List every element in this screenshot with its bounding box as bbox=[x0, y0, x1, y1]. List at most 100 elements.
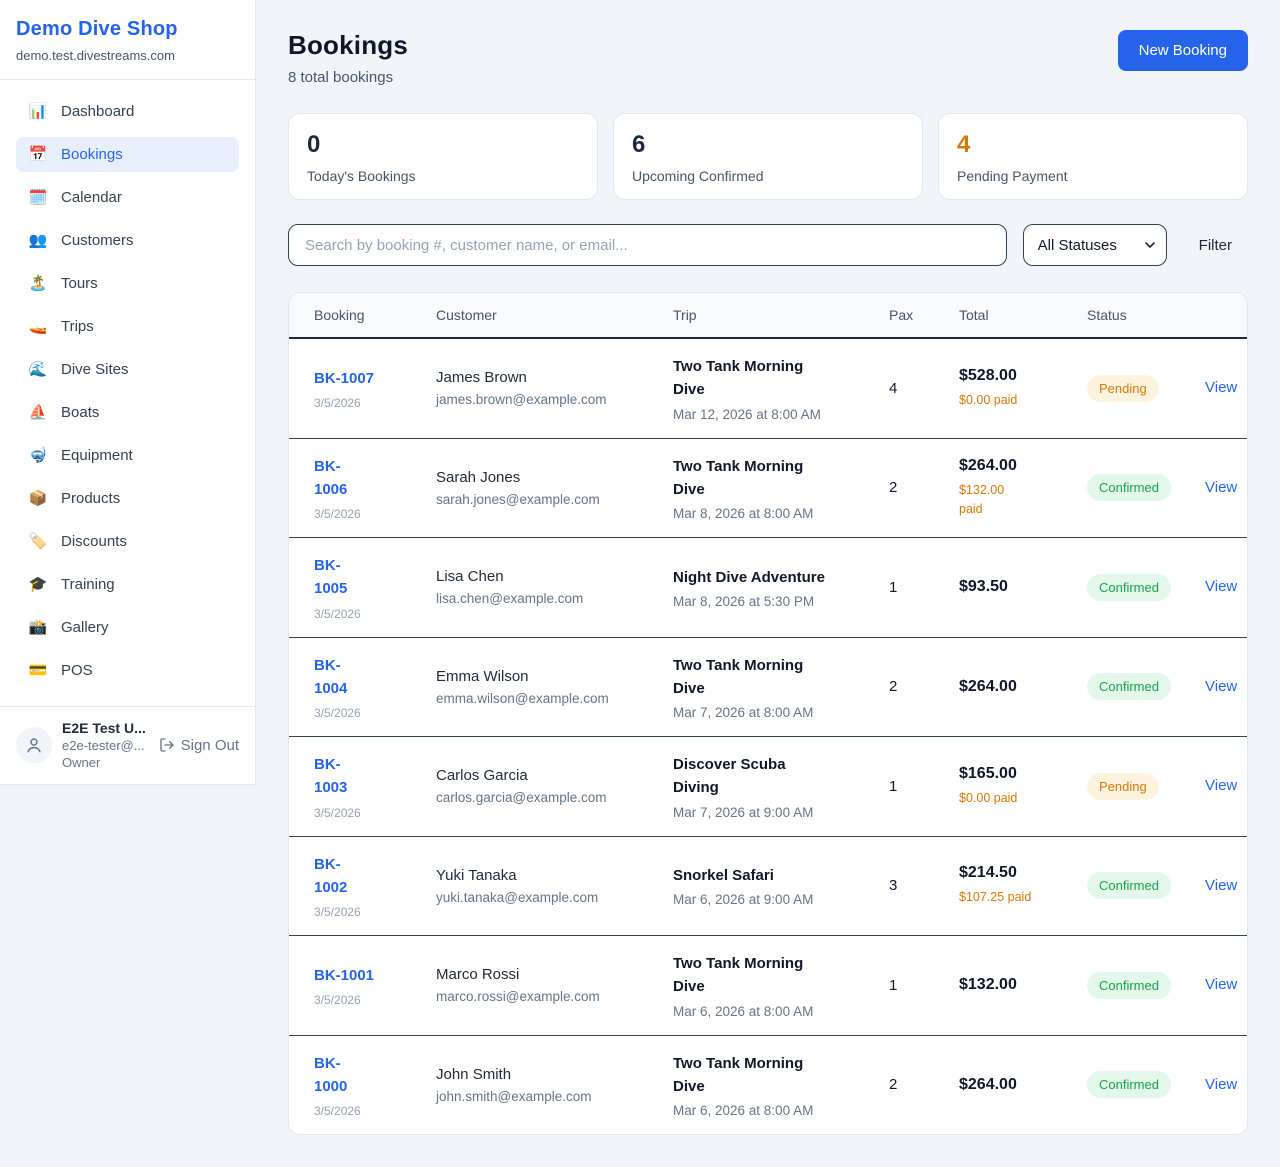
trip-cell: Two Tank Morning Dive Mar 6, 2026 at 8:0… bbox=[663, 1035, 879, 1134]
sidebar-item-label: Boats bbox=[61, 404, 99, 421]
customer-name: Sarah Jones bbox=[436, 469, 653, 486]
status-select[interactable]: All Statuses bbox=[1023, 224, 1167, 266]
sidebar-item-trips[interactable]: 🚤 Trips bbox=[16, 309, 239, 344]
booking-link[interactable]: BK-1001 bbox=[314, 964, 374, 987]
trip-name: Discover Scuba Diving bbox=[673, 753, 869, 800]
trip-cell: Two Tank Morning Dive Mar 6, 2026 at 8:0… bbox=[663, 936, 879, 1036]
new-booking-button[interactable]: New Booking bbox=[1118, 30, 1248, 71]
filter-button[interactable]: Filter bbox=[1183, 237, 1248, 254]
sidebar-item-calendar[interactable]: 🗓️ Calendar bbox=[16, 180, 239, 215]
customer-cell: Marco Rossi marco.rossi@example.com bbox=[426, 936, 663, 1036]
status-cell: Confirmed bbox=[1077, 637, 1195, 737]
stat-value: 0 bbox=[307, 131, 579, 159]
sidebar-item-products[interactable]: 📦 Products bbox=[16, 481, 239, 516]
customer-email: john.smith@example.com bbox=[436, 1089, 653, 1104]
booking-link[interactable]: BK- 1002 bbox=[314, 853, 347, 900]
customer-name: John Smith bbox=[436, 1066, 653, 1083]
stat-card-todays-bookings: 0 Today's Bookings bbox=[288, 113, 598, 200]
booking-created-date: 3/5/2026 bbox=[314, 993, 416, 1007]
view-link[interactable]: View bbox=[1205, 1076, 1237, 1093]
col-total: Total bbox=[949, 293, 1077, 338]
booking-link[interactable]: BK- 1005 bbox=[314, 554, 347, 601]
sidebar-item-dashboard[interactable]: 📊 Dashboard bbox=[16, 94, 239, 129]
customer-email: carlos.garcia@example.com bbox=[436, 790, 653, 805]
booking-created-date: 3/5/2026 bbox=[314, 905, 416, 919]
stat-value: 6 bbox=[632, 131, 904, 159]
page-title: Bookings bbox=[288, 30, 408, 61]
paid-amount: $0.00 paid bbox=[959, 789, 1067, 808]
pax-cell: 4 bbox=[879, 338, 949, 438]
total-amount: $264.00 bbox=[959, 457, 1067, 475]
paid-amount: $107.25 paid bbox=[959, 888, 1067, 907]
booking-created-date: 3/5/2026 bbox=[314, 607, 416, 621]
sidebar-item-label: Dive Sites bbox=[61, 361, 129, 378]
col-status: Status bbox=[1077, 293, 1195, 338]
view-link[interactable]: View bbox=[1205, 976, 1237, 993]
col-actions bbox=[1195, 293, 1248, 338]
total-amount: $264.00 bbox=[959, 678, 1067, 696]
search-input[interactable] bbox=[288, 224, 1007, 266]
sidebar: Demo Dive Shop demo.test.divestreams.com… bbox=[0, 0, 256, 785]
sidebar-item-customers[interactable]: 👥 Customers bbox=[16, 223, 239, 258]
user-name: E2E Test U... bbox=[62, 720, 149, 736]
sidebar-item-bookings[interactable]: 📅 Bookings bbox=[16, 137, 239, 172]
total-amount: $132.00 bbox=[959, 976, 1067, 994]
pax-cell: 1 bbox=[879, 737, 949, 837]
sidebar-item-pos[interactable]: 💳 POS bbox=[16, 653, 239, 688]
total-cell: $165.00 $0.00 paid bbox=[949, 737, 1077, 837]
booking-cell: BK- 1000 3/5/2026 bbox=[289, 1035, 426, 1134]
actions-cell: View bbox=[1195, 1035, 1248, 1134]
table-row: BK- 1002 3/5/2026 Yuki Tanaka yuki.tanak… bbox=[289, 836, 1248, 936]
total-amount: $214.50 bbox=[959, 864, 1067, 882]
sidebar-item-equipment[interactable]: 🤿 Equipment bbox=[16, 438, 239, 473]
view-link[interactable]: View bbox=[1205, 578, 1237, 595]
sidebar-item-dive-sites[interactable]: 🌊 Dive Sites bbox=[16, 352, 239, 387]
trip-cell: Night Dive Adventure Mar 8, 2026 at 5:30… bbox=[663, 538, 879, 638]
view-link[interactable]: View bbox=[1205, 877, 1237, 894]
booking-link[interactable]: BK- 1006 bbox=[314, 455, 347, 502]
booking-created-date: 3/5/2026 bbox=[314, 706, 416, 720]
sidebar-item-label: Products bbox=[61, 490, 120, 507]
view-link[interactable]: View bbox=[1205, 379, 1237, 396]
sidebar-item-discounts[interactable]: 🏷️ Discounts bbox=[16, 524, 239, 559]
sidebar-item-gallery[interactable]: 📸 Gallery bbox=[16, 610, 239, 645]
view-link[interactable]: View bbox=[1205, 678, 1237, 695]
customer-email: emma.wilson@example.com bbox=[436, 691, 653, 706]
status-cell: Confirmed bbox=[1077, 936, 1195, 1036]
trip-date: Mar 8, 2026 at 8:00 AM bbox=[673, 506, 869, 521]
table-row: BK- 1003 3/5/2026 Carlos Garcia carlos.g… bbox=[289, 737, 1248, 837]
customer-cell: Sarah Jones sarah.jones@example.com bbox=[426, 438, 663, 538]
customer-cell: Lisa Chen lisa.chen@example.com bbox=[426, 538, 663, 638]
trip-cell: Two Tank Morning Dive Mar 8, 2026 at 8:0… bbox=[663, 438, 879, 538]
col-trip: Trip bbox=[663, 293, 879, 338]
booking-cell: BK- 1002 3/5/2026 bbox=[289, 836, 426, 936]
view-link[interactable]: View bbox=[1205, 479, 1237, 496]
trip-name: Two Tank Morning Dive bbox=[673, 455, 869, 502]
products-icon: 📦 bbox=[28, 491, 48, 506]
sidebar-item-training[interactable]: 🎓 Training bbox=[16, 567, 239, 602]
booking-link[interactable]: BK- 1003 bbox=[314, 753, 347, 800]
sidebar-item-boats[interactable]: ⛵ Boats bbox=[16, 395, 239, 430]
pax-cell: 2 bbox=[879, 1035, 949, 1134]
total-cell: $264.00 bbox=[949, 1035, 1077, 1134]
table-header: Booking Customer Trip Pax Total Status bbox=[289, 293, 1248, 338]
sidebar-item-tours[interactable]: 🏝️ Tours bbox=[16, 266, 239, 301]
table-row: BK- 1004 3/5/2026 Emma Wilson emma.wilso… bbox=[289, 637, 1248, 737]
sign-out-button[interactable]: Sign Out bbox=[159, 737, 239, 754]
stat-label: Today's Bookings bbox=[307, 168, 579, 184]
pax-cell: 2 bbox=[879, 438, 949, 538]
booking-link[interactable]: BK- 1000 bbox=[314, 1052, 347, 1099]
sign-out-label: Sign Out bbox=[181, 737, 239, 754]
customers-icon: 👥 bbox=[28, 233, 48, 248]
status-badge: Confirmed bbox=[1087, 474, 1171, 501]
status-cell: Confirmed bbox=[1077, 538, 1195, 638]
stat-card-upcoming-confirmed: 6 Upcoming Confirmed bbox=[613, 113, 923, 200]
customer-email: lisa.chen@example.com bbox=[436, 591, 653, 606]
total-cell: $264.00 $132.00 paid bbox=[949, 438, 1077, 538]
booking-link[interactable]: BK- 1004 bbox=[314, 654, 347, 701]
booking-link[interactable]: BK-1007 bbox=[314, 367, 374, 390]
view-link[interactable]: View bbox=[1205, 777, 1237, 794]
gallery-icon: 📸 bbox=[28, 620, 48, 635]
page-title-block: Bookings 8 total bookings bbox=[288, 30, 408, 86]
status-cell: Pending bbox=[1077, 737, 1195, 837]
